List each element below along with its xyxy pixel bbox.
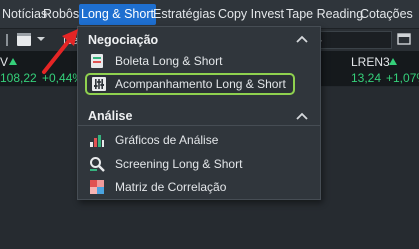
boleta-icon [91,54,103,68]
heatmap-icon [90,180,104,194]
sliders-icon [92,77,106,91]
ticker-right-change: +1,07% [386,71,419,85]
menu-item-graficos[interactable]: Gráficos de Análise [85,129,313,151]
magnifier-icon [90,157,105,172]
menu-item-label: Gráficos de Análise [115,133,219,147]
window-icon[interactable] [397,32,411,46]
menu-item-acompanhamento[interactable]: Acompanhamento Long & Short [85,73,295,95]
grip-icon [6,34,8,46]
menu-tape-reading[interactable]: Tape Reading [284,4,365,25]
ticker-left-suffix: V [0,55,9,69]
menu-item-boleta[interactable]: Boleta Long & Short [85,50,313,72]
pointer-arrow-icon [42,29,78,74]
menu-cotacoes[interactable]: Cotações [358,4,415,25]
menu-robos[interactable]: Robôs [41,4,81,25]
menu-item-matriz[interactable]: Matriz de Correlação [85,176,313,198]
up-arrow-icon [389,58,397,65]
section-header-negociacao: Negociação [88,33,159,47]
ticker-right-symbol: LREN3 [351,55,390,69]
menu-item-screening[interactable]: Screening Long & Short [85,153,313,175]
top-menubar: Notícias Robôs Long & Short Estratégias … [0,0,419,29]
menu-estrategias[interactable]: Estratégias [151,4,218,25]
long-short-dropdown: Negociação Boleta Long & Short Acompanha… [77,26,321,200]
section-header-analise: Análise [88,109,133,123]
menu-item-label: Matriz de Correlação [115,180,227,194]
layout-icon[interactable] [16,32,32,47]
menu-long-short[interactable]: Long & Short [79,4,156,25]
up-arrow-icon [9,58,17,65]
menu-copy-invest[interactable]: Copy Invest [216,4,286,25]
ticker-right-price: 13,24 [351,71,382,85]
section-divider [78,125,320,126]
menu-item-label: Boleta Long & Short [115,54,223,68]
menu-item-label: Acompanhamento Long & Short [115,77,286,91]
chevron-up-icon[interactable] [296,112,308,120]
chevron-up-icon[interactable] [296,35,308,43]
menu-item-label: Screening Long & Short [115,157,243,171]
ticker-left-price: 108,22 [0,71,37,85]
bar-chart-icon [90,135,104,147]
asset-input[interactable]: 4 [312,31,392,49]
